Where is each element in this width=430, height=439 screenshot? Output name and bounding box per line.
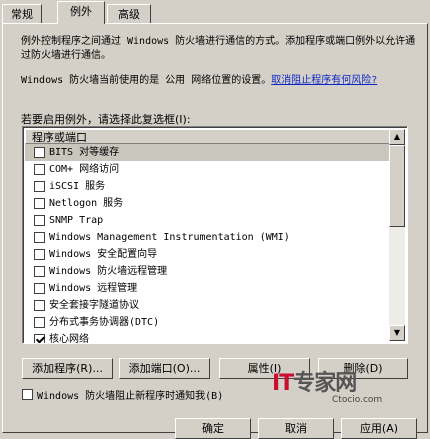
item-label: SNMP Trap [49,215,104,226]
item-label: COM+ 网络访问 [49,164,120,175]
item-label: iSCSI 服务 [49,181,106,192]
unblock-risk-link[interactable]: 取消阻止程序有何风险? [271,75,377,86]
list-item[interactable]: Windows 远程管理 [25,280,393,297]
list-item[interactable]: BITS 对等缓存 [25,144,393,161]
ok-button[interactable]: 确定 [175,418,251,439]
notify-checkbox[interactable] [22,389,33,400]
watermark-site: Ctocio.com [332,395,383,405]
item-label: Windows 安全配置向导 [49,249,158,260]
list-item[interactable]: SNMP Trap [25,212,393,229]
add-program-button[interactable]: 添加程序(R)... [22,358,113,379]
tab-exceptions[interactable]: 例外 [57,1,105,24]
list-item[interactable]: 核心网络 [25,331,393,344]
item-label: BITS 对等缓存 [49,147,120,158]
list-item[interactable]: Windows 防火墙远程管理 [25,263,393,280]
add-port-button[interactable]: 添加端口(O)... [119,358,210,379]
network-location-label: Windows 防火墙当前使用的是 公用 网络位置的设置。 [21,75,272,86]
item-checkbox[interactable] [34,300,45,311]
watermark-logo: IT专家网 [272,371,357,396]
list-item[interactable]: COM+ 网络访问 [25,161,393,178]
list-item[interactable]: Windows Management Instrumentation (WMI) [25,229,393,246]
item-label: 安全套接字隧道协议 [49,300,139,311]
notify-option[interactable]: Windows 防火墙阻止新程序时通知我(B) [22,387,223,402]
apply-button[interactable]: 应用(A) [341,418,417,439]
item-checkbox[interactable] [34,334,45,343]
item-checkbox[interactable] [34,181,45,192]
list-item[interactable]: 分布式事务协调器(DTC) [25,314,393,331]
list-item[interactable]: Windows 安全配置向导 [25,246,393,263]
item-label: 分布式事务协调器(DTC) [49,317,160,328]
notify-label: Windows 防火墙阻止新程序时通知我(B) [37,391,224,402]
item-checkbox[interactable] [34,249,45,260]
tab-strip: 常规 例外 高级 [0,0,430,24]
tab-advanced[interactable]: 高级 [107,4,151,23]
item-checkbox[interactable] [34,147,45,158]
scroll-up-button[interactable]: ▲ [389,129,405,145]
tab-general[interactable]: 常规 [2,4,42,23]
item-checkbox[interactable] [34,164,45,175]
exceptions-rows: BITS 对等缓存 COM+ 网络访问 iSCSI 服务 Netlogon 服务 SNM… [25,144,393,344]
item-checkbox[interactable] [34,232,45,243]
network-location-text: Windows 防火墙当前使用的是 公用 网络位置的设置。取消阻止程序有何风险? [21,74,416,88]
scroll-thumb[interactable] [389,145,405,227]
item-label: Netlogon 服务 [49,198,124,209]
item-checkbox[interactable] [34,317,45,328]
item-label: Windows Management Instrumentation (WMI) [49,232,290,243]
exceptions-description: 例外控制程序之间通过 Windows 防火墙进行通信的方式。添加程序或端口例外以… [21,36,416,61]
item-label: Windows 远程管理 [49,283,138,294]
list-item[interactable]: 安全套接字隧道协议 [25,297,393,314]
item-label: Windows 防火墙远程管理 [49,266,168,277]
item-checkbox[interactable] [34,283,45,294]
item-checkbox[interactable] [34,266,45,277]
item-checkbox[interactable] [34,215,45,226]
list-header-program-or-port[interactable]: 程序或端口 [25,129,393,144]
scroll-down-button[interactable]: ▼ [389,325,405,341]
site-watermark: IT专家网 Ctocio.com [272,365,412,420]
instruction-label: 若要启用例外，请选择此复选框(I): [21,113,191,126]
list-scrollbar[interactable]: ▲ ▼ [389,129,405,341]
list-item[interactable]: iSCSI 服务 [25,178,393,195]
cancel-button[interactable]: 取消 [258,418,334,439]
item-checkbox[interactable] [34,198,45,209]
list-item[interactable]: Netlogon 服务 [25,195,393,212]
exceptions-list[interactable]: 程序或端口 BITS 对等缓存 COM+ 网络访问 iSCSI 服务 Netlogon… [22,126,408,344]
item-label: 核心网络 [49,334,89,344]
